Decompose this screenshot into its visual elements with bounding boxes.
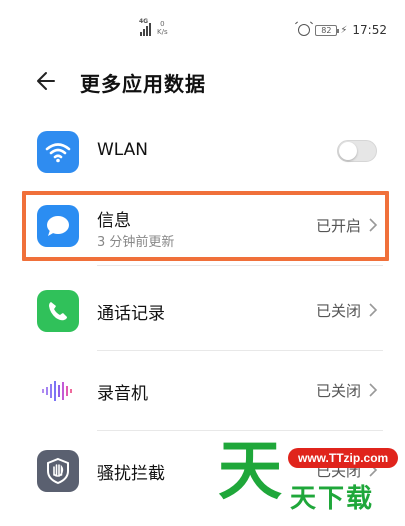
list-item-call-log[interactable]: 通话记录 已关闭 bbox=[0, 271, 405, 351]
page-title: 更多应用数据 bbox=[80, 72, 206, 96]
list-item-subtitle: 3 分钟前更新 bbox=[97, 235, 175, 250]
signal-icon: 4G bbox=[139, 18, 151, 36]
chevron-right-icon bbox=[369, 218, 378, 232]
status-right: 82 ⚡ 17:52 bbox=[298, 23, 387, 37]
clock: 17:52 bbox=[352, 23, 387, 37]
list-item-label: WLAN bbox=[97, 140, 149, 160]
network-speed-value: 0 bbox=[160, 20, 165, 28]
wifi-icon bbox=[37, 131, 79, 173]
toggle-knob bbox=[339, 142, 357, 160]
network-indicators: 4G 0 K/s bbox=[139, 18, 168, 36]
list-item-wlan[interactable]: WLAN bbox=[0, 112, 405, 192]
watermark-text: 天下载 bbox=[290, 484, 375, 514]
list-item-label: 通话记录 bbox=[97, 304, 165, 324]
list-item-status: 已开启 bbox=[315, 217, 361, 235]
network-type: 4G bbox=[139, 18, 149, 25]
chevron-right-icon bbox=[369, 303, 378, 317]
phone-icon bbox=[37, 290, 79, 332]
chevron-right-icon bbox=[369, 383, 378, 397]
list-item-label: 骚扰拦截 bbox=[97, 464, 165, 484]
wlan-toggle[interactable] bbox=[337, 140, 377, 162]
battery-level: 82 bbox=[321, 25, 332, 35]
network-speed-unit: K/s bbox=[157, 28, 168, 36]
network-speed: 0 K/s bbox=[157, 20, 168, 36]
watermark-logo: 天 www.TTzip.com 天下载 bbox=[218, 436, 405, 526]
list-item-recorder[interactable]: 录音机 已关闭 bbox=[0, 351, 405, 431]
back-arrow-icon[interactable] bbox=[34, 68, 60, 94]
list-item-status: 已关闭 bbox=[315, 302, 361, 320]
hand-block-icon bbox=[37, 450, 79, 492]
watermark-url: www.TTzip.com bbox=[288, 448, 399, 468]
divider bbox=[97, 265, 383, 266]
watermark-big-char: 天 bbox=[218, 435, 282, 509]
list-item-messages[interactable]: 信息 3 分钟前更新 已开启 bbox=[0, 186, 405, 266]
alarm-icon bbox=[298, 24, 311, 36]
recorder-icon bbox=[37, 370, 79, 412]
list-item-label: 信息 bbox=[97, 211, 131, 231]
message-icon bbox=[37, 205, 79, 247]
list-item-label: 录音机 bbox=[97, 384, 148, 404]
charging-icon: ⚡ bbox=[340, 24, 348, 36]
list-item-status: 已关闭 bbox=[315, 382, 361, 400]
battery-icon: 82 bbox=[315, 24, 340, 36]
status-bar: 4G 0 K/s 82 ⚡ 17:52 bbox=[0, 0, 405, 60]
title-bar: 更多应用数据 bbox=[0, 60, 405, 104]
